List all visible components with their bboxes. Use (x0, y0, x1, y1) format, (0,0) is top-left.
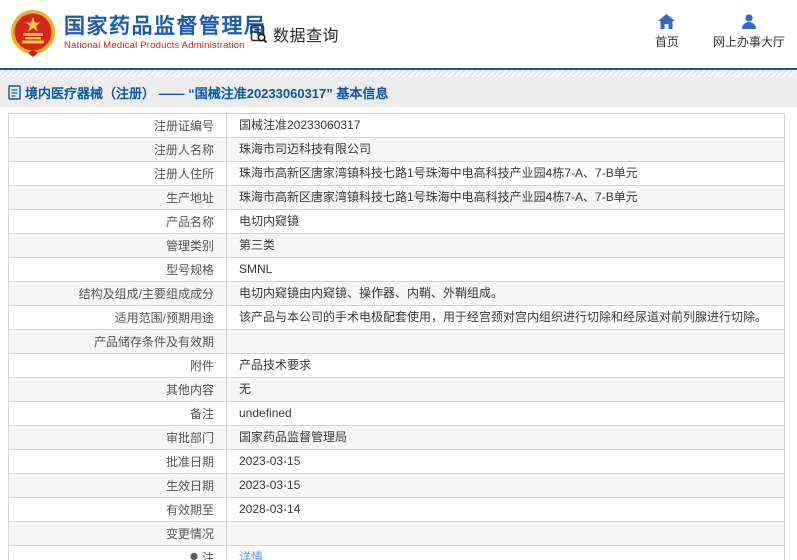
table-row: 备注 undefined (9, 402, 784, 426)
table-row: 注册人名称 珠海市司迈科技有限公司 (9, 138, 784, 162)
table-row: 结构及组成/主要组成成分 电切内窥镜由内窥镜、操作器、内鞘、外鞘组成。 (9, 282, 784, 306)
row-label-text: 生产地址 (165, 191, 214, 205)
breadcrumb-band: 境内医疗器械（注册） —— “国械注准20233060317” 基本信息 (0, 77, 797, 107)
details-link[interactable]: 详情 (239, 550, 263, 560)
nav-service-hall[interactable]: 网上办事大厅 (713, 14, 785, 50)
row-label-text: 适用范围/预期用途 (114, 311, 214, 325)
row-label: 管理类别 (9, 234, 227, 257)
page-title: 境内医疗器械（注册） —— “国械注准20233060317” 基本信息 (25, 85, 389, 101)
row-label: 注册证编号 (9, 114, 227, 137)
table-row: 批准日期 2023-03-15 (9, 450, 784, 474)
table-row: 型号规格 SMNL (9, 258, 784, 282)
row-label-text: 注册人名称 (153, 143, 214, 157)
nav-home[interactable]: 首页 (655, 14, 679, 50)
table-row: 有效期至 2028-03-14 (9, 498, 784, 522)
row-label-text: 注册证编号 (153, 119, 214, 133)
row-label: 注册人住所 (9, 162, 227, 185)
row-label-text: 备注 (189, 407, 214, 421)
row-value: 国家药品监督管理局 (239, 429, 348, 444)
row-label-text: 型号规格 (165, 263, 214, 277)
row-label-text: 审批部门 (165, 431, 214, 445)
page-header: 国家药品监督管理局 National Medical Products Admi… (0, 0, 797, 68)
row-label: 备注 (9, 402, 227, 425)
table-row: 变更情况 (9, 522, 784, 546)
row-label-text: 有效期至 (165, 503, 214, 517)
table-row: 注册人住所 珠海市高新区唐家湾镇科技七路1号珠海中电高科技产业园4栋7-A、7-… (9, 162, 784, 186)
row-label: 适用范围/预期用途 (9, 306, 227, 329)
row-label-text: 生效日期 (165, 479, 214, 493)
row-label: 有效期至 (9, 498, 227, 521)
row-value: 珠海市高新区唐家湾镇科技七路1号珠海中电高科技产业园4栋7-A、7-B单元 (239, 189, 638, 204)
row-value (227, 522, 784, 545)
row-value (227, 330, 784, 353)
row-label: 批准日期 (9, 450, 227, 473)
row-value: 珠海市司迈科技有限公司 (239, 141, 372, 156)
row-label: 型号规格 (9, 258, 227, 281)
row-label-text: 产品名称 (165, 215, 214, 229)
row-label-text: 附件 (189, 359, 214, 373)
table-row: 注册证编号 国械注准20233060317 (9, 114, 784, 138)
row-label: 产品名称 (9, 210, 227, 233)
row-value: SMNL (239, 261, 273, 276)
table-row: 产品名称 电切内窥镜 (9, 210, 784, 234)
row-value: 2023-03-15 (239, 477, 301, 492)
row-label: 审批部门 (9, 426, 227, 449)
row-label: 变更情况 (9, 522, 227, 545)
table-row: 其他内容 无 (9, 378, 784, 402)
row-label: 注册人名称 (9, 138, 227, 161)
row-label: 生产地址 (9, 186, 227, 209)
table-row: 产品储存条件及有效期 (9, 330, 784, 354)
table-row: 注 详情 (9, 546, 784, 560)
row-label-text: 注册人住所 (153, 167, 214, 181)
agency-title: 国家药品监督管理局 (64, 14, 267, 38)
info-table: 注册证编号 国械注准20233060317 注册人名称 珠海市司迈科技有限公司 … (8, 113, 785, 560)
row-label-text: 其他内容 (165, 383, 214, 397)
user-icon (741, 14, 756, 29)
row-value: 产品技术要求 (239, 357, 312, 372)
row-label: 注 (9, 546, 227, 560)
row-value: 详情 (227, 546, 784, 560)
row-value: 2028-03-14 (239, 501, 301, 516)
row-value: 该产品与本公司的手术电极配套使用，用于经宫颈对宫内组织进行切除和经尿道对前列腺进… (239, 309, 768, 324)
nav-data-query[interactable]: 数据查询 (249, 22, 339, 46)
row-label: 其他内容 (9, 378, 227, 401)
home-icon (658, 14, 676, 29)
row-label: 结构及组成/主要组成成分 (9, 282, 227, 305)
agency-subtitle: National Medical Products Administration (64, 40, 245, 52)
row-label-text: 结构及组成/主要组成成分 (78, 287, 214, 301)
row-label-text: 变更情况 (165, 527, 214, 541)
nav-service-hall-label: 网上办事大厅 (712, 35, 785, 49)
table-row: 管理类别 第三类 (9, 234, 784, 258)
hatch-stripe-band (0, 70, 797, 77)
row-value: 珠海市高新区唐家湾镇科技七路1号珠海中电高科技产业园4栋7-A、7-B单元 (239, 165, 638, 180)
row-value: 电切内窥镜由内窥镜、操作器、内鞘、外鞘组成。 (239, 285, 504, 300)
row-label: 产品储存条件及有效期 (9, 330, 227, 353)
table-row: 审批部门 国家药品监督管理局 (9, 426, 784, 450)
nav-data-query-label: 数据查询 (273, 28, 340, 45)
nav-home-label: 首页 (654, 35, 679, 49)
row-value: 电切内窥镜 (239, 213, 300, 228)
table-row: 附件 产品技术要求 (9, 354, 784, 378)
row-value: 无 (239, 381, 252, 396)
row-label: 生效日期 (9, 474, 227, 497)
row-label-text: 产品储存条件及有效期 (93, 335, 214, 349)
row-value: undefined (239, 405, 292, 420)
row-label-text: 注 (201, 551, 214, 560)
row-label-text: 管理类别 (165, 239, 214, 253)
row-value: 第三类 (239, 237, 276, 252)
breadcrumb: 境内医疗器械（注册） —— “国械注准20233060317” 基本信息 (8, 83, 388, 102)
row-value: 国械注准20233060317 (239, 117, 361, 132)
document-icon (8, 84, 21, 100)
row-label: 附件 (9, 354, 227, 377)
table-row: 生产地址 珠海市高新区唐家湾镇科技七路1号珠海中电高科技产业园4栋7-A、7-B… (9, 186, 784, 210)
agency-brand: 国家药品监督管理局 National Medical Products Admi… (10, 9, 267, 57)
document-search-icon (250, 24, 268, 44)
table-row: 适用范围/预期用途 该产品与本公司的手术电极配套使用，用于经宫颈对宫内组织进行切… (9, 306, 784, 330)
national-emblem-logo (11, 10, 55, 57)
row-value: 2023-03-15 (239, 453, 301, 468)
table-row: 生效日期 2023-03-15 (9, 474, 784, 498)
bulb-icon (190, 552, 198, 560)
row-label-text: 批准日期 (165, 455, 214, 469)
